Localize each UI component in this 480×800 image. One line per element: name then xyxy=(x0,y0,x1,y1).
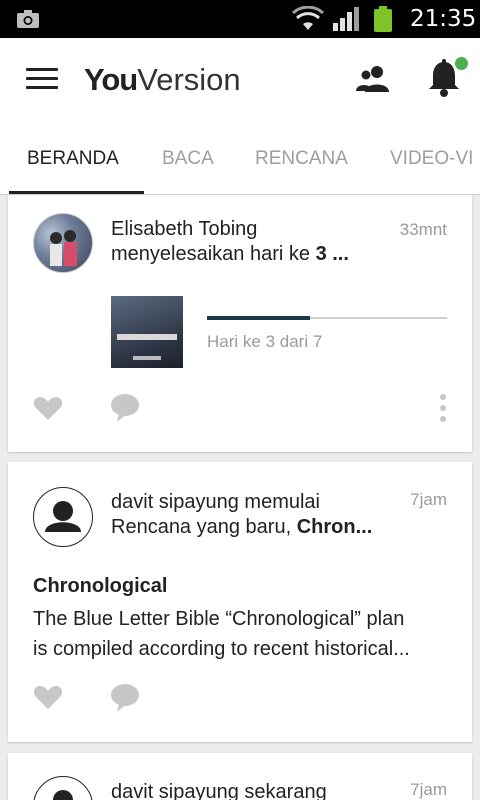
feed[interactable]: Elisabeth Tobing menyelesaikan hari ke 3… xyxy=(0,195,480,800)
notification-dot xyxy=(455,57,468,70)
status-bar: 21:35 xyxy=(0,0,480,38)
activity-text: menyelesaikan hari ke 3 ... xyxy=(111,243,349,265)
timestamp: 7jam xyxy=(410,780,447,799)
plan-description: The Blue Letter Bible “Chronological” pl… xyxy=(33,608,410,660)
activity-text-2: Rencana yang baru, Chron... xyxy=(111,516,373,538)
app-bar: YouVersion xyxy=(0,38,480,122)
comment-icon[interactable] xyxy=(110,393,140,428)
tab-bar: BERANDA BACA RENCANA VIDEO-VI xyxy=(0,122,480,195)
comment-icon[interactable] xyxy=(110,683,140,718)
tab-rencana[interactable]: RENCANA xyxy=(255,148,348,170)
plan-progress-fill xyxy=(207,316,311,320)
camera-icon xyxy=(16,9,40,34)
timestamp: 33mnt xyxy=(399,220,447,239)
plan-thumbnail[interactable] xyxy=(111,296,183,368)
clock: 21:35 xyxy=(410,6,477,32)
plan-title[interactable]: Chronological xyxy=(33,575,167,598)
friends-icon[interactable] xyxy=(355,62,391,96)
tab-video[interactable]: VIDEO-VI xyxy=(390,148,473,170)
signal-icon xyxy=(332,6,360,37)
feed-card[interactable]: davit sipayung sekarang 7jam xyxy=(8,753,472,800)
plan-progress-bar xyxy=(207,316,447,320)
like-icon[interactable] xyxy=(33,395,63,426)
avatar[interactable] xyxy=(33,487,93,547)
feed-card[interactable]: davit sipayung memulai Rencana yang baru… xyxy=(8,462,472,742)
tab-baca[interactable]: BACA xyxy=(162,148,214,170)
feed-card[interactable]: Elisabeth Tobing menyelesaikan hari ke 3… xyxy=(8,195,472,452)
tab-beranda[interactable]: BERANDA xyxy=(27,148,119,170)
logo-version: Version xyxy=(137,62,241,97)
youversion-logo: YouVersion xyxy=(84,62,241,98)
avatar[interactable] xyxy=(33,776,93,800)
wifi-icon xyxy=(291,5,325,37)
activity-text[interactable]: davit sipayung memulai xyxy=(111,491,320,514)
plan-progress-label: Hari ke 3 dari 7 xyxy=(207,332,323,351)
like-icon[interactable] xyxy=(33,684,63,715)
menu-icon[interactable] xyxy=(26,68,58,92)
activity-text[interactable]: davit sipayung sekarang xyxy=(111,781,327,800)
author-name[interactable]: Elisabeth Tobing xyxy=(111,218,257,241)
battery-icon xyxy=(372,5,394,38)
more-options-icon[interactable] xyxy=(438,394,448,426)
logo-you: You xyxy=(84,62,138,97)
timestamp: 7jam xyxy=(410,490,447,509)
avatar[interactable] xyxy=(33,213,93,273)
